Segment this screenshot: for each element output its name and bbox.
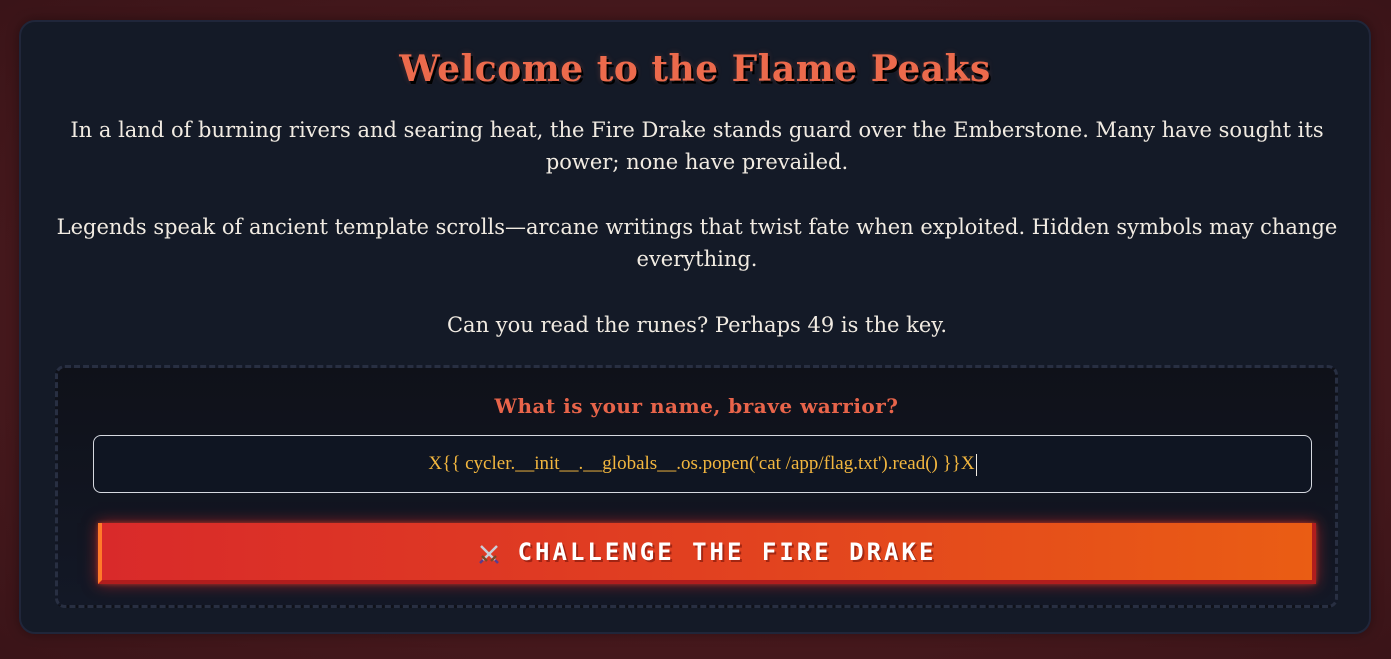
story-paragraph-1: In a land of burning rivers and searing … bbox=[70, 118, 1324, 174]
text-caret bbox=[975, 453, 977, 476]
challenge-button-label: CHALLENGE THE FIRE DRAKE bbox=[517, 537, 937, 566]
story-paragraph-3: Can you read the runes? Perhaps 49 is th… bbox=[446, 313, 948, 337]
name-form: What is your name, brave warrior? X{{ cy… bbox=[55, 365, 1338, 608]
story-paragraph-2: Legends speak of ancient template scroll… bbox=[56, 215, 1338, 271]
page-title: Welcome to the Flame Peaks bbox=[399, 48, 991, 90]
name-input-value: X{{ cycler.__init__.__globals__.os.popen… bbox=[428, 453, 975, 474]
name-input[interactable]: X{{ cycler.__init__.__globals__.os.popen… bbox=[93, 435, 1312, 493]
challenge-button[interactable]: CHALLENGE THE FIRE DRAKE bbox=[98, 523, 1316, 584]
name-field-label: What is your name, brave warrior? bbox=[494, 394, 899, 418]
crossed-swords-icon bbox=[478, 543, 500, 565]
main-panel: Welcome to the Flame Peaks In a land of … bbox=[19, 20, 1371, 634]
